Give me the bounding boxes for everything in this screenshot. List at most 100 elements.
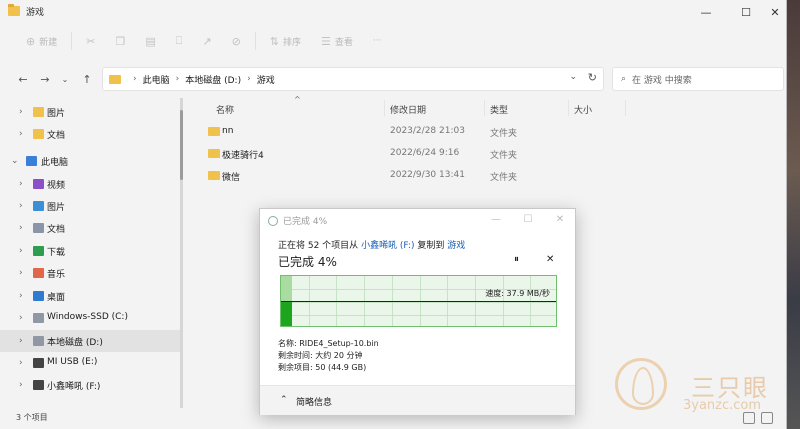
chevron-up-icon[interactable]: ⌃ [280, 395, 288, 405]
chevron-right-icon[interactable]: › [19, 336, 23, 346]
folder-icon [208, 127, 220, 136]
nav-item[interactable]: › 本地磁盘 (D:) [0, 330, 180, 352]
share-button[interactable]: ↗ [192, 29, 221, 53]
chevron-right-icon[interactable]: › [19, 179, 23, 189]
chevron-right-icon[interactable]: › [19, 246, 23, 256]
up-button[interactable]: ↑ [78, 70, 96, 88]
breadcrumb-drive-d[interactable]: 本地磁盘 (D:) [185, 73, 241, 86]
nav-item[interactable]: › 文档 [0, 123, 180, 145]
chevron-right-icon[interactable]: › [19, 268, 23, 278]
nav-item-label: MI USB (E:) [47, 357, 98, 367]
tiles-view-icon[interactable] [761, 412, 773, 424]
chevron-right-icon[interactable]: › [19, 201, 23, 211]
chevron-right-icon[interactable]: › [19, 107, 23, 117]
column-headers: ^ 名称 修改日期 类型 大小 [200, 95, 787, 118]
copy-prefix: 正在将 52 个项目从 [278, 241, 359, 251]
nav-item[interactable]: › 图片 [0, 195, 180, 217]
nav-item[interactable]: › 图片 [0, 101, 180, 123]
computer-icon [26, 156, 37, 166]
dialog-title: 已完成 4% [283, 217, 328, 227]
column-modified[interactable]: 修改日期 [390, 103, 426, 116]
chevron-right-icon[interactable]: › [19, 129, 23, 139]
nav-scrollbar-thumb[interactable] [180, 110, 183, 180]
nav-item[interactable]: › 视频 [0, 173, 180, 195]
source-link[interactable]: 小鑫唏吼 (F:) [361, 241, 414, 251]
sort-button[interactable]: ⇅ 排序 [260, 29, 311, 53]
nav-item[interactable]: › 下载 [0, 240, 180, 262]
refresh-icon[interactable]: ↻ [588, 71, 597, 84]
dialog-maximize-button[interactable]: ☐ [514, 211, 542, 227]
title-bar: 游戏 — ☐ ✕ [0, 0, 787, 24]
breadcrumb-this-pc[interactable]: 此电脑 [143, 73, 170, 86]
paste-icon: ▤ [145, 34, 156, 48]
address-bar[interactable]: › 此电脑 › 本地磁盘 (D:) › 游戏 ⌄ ↻ [102, 67, 604, 91]
dialog-close-button[interactable]: ✕ [546, 211, 574, 227]
dialog-minimize-button[interactable]: — [482, 211, 510, 227]
column-type[interactable]: 类型 [490, 103, 508, 116]
column-divider[interactable] [484, 100, 485, 116]
nav-item[interactable]: › 文档 [0, 217, 180, 239]
nav-item-label: 本地磁盘 (D:) [47, 338, 103, 348]
maximize-button[interactable]: ☐ [731, 0, 761, 24]
copy-progress-dialog: 已完成 4% — ☐ ✕ 正在将 52 个项目从 小鑫唏吼 (F:) 复制到 游… [259, 208, 576, 415]
minimize-button[interactable]: — [691, 0, 721, 24]
file-row[interactable]: nn 2023/2/28 21:03 文件夹 [200, 121, 620, 143]
pause-button[interactable]: ⏸ [514, 254, 519, 265]
chevron-right-icon[interactable]: › [19, 223, 23, 233]
chevron-right-icon[interactable]: › [19, 380, 23, 390]
chevron-down-icon[interactable]: ⌄ [569, 72, 577, 82]
view-button[interactable]: ☰ 查看 [311, 29, 363, 53]
nav-item[interactable]: › MI USB (E:) [0, 352, 180, 374]
copy-button[interactable]: ❐ [105, 29, 135, 53]
view-button-label: 查看 [334, 37, 353, 48]
nav-item[interactable]: › 桌面 [0, 285, 180, 307]
nav-item[interactable]: › Windows-SSD (C:) [0, 307, 180, 329]
sort-ascending-icon: ^ [294, 95, 301, 104]
speed-label: 速度: 37.9 MB/秒 [485, 289, 550, 298]
column-divider[interactable] [625, 100, 626, 116]
rename-icon: ⎕ [175, 34, 183, 47]
nav-item-label: 文档 [47, 131, 66, 141]
downloads-icon [33, 246, 44, 256]
destination-link[interactable]: 游戏 [447, 241, 465, 251]
close-button[interactable]: ✕ [760, 0, 790, 24]
paste-button[interactable]: ▤ [135, 29, 165, 53]
nav-item-label: 文档 [47, 225, 66, 235]
breadcrumb-games[interactable]: 游戏 [257, 73, 275, 86]
nav-item[interactable]: › 小鑫唏吼 (F:) [0, 374, 180, 396]
column-name[interactable]: 名称 [216, 103, 234, 116]
folder-icon [208, 171, 220, 180]
nav-item[interactable]: › 音乐 [0, 262, 180, 284]
chevron-right-icon[interactable]: › [19, 291, 23, 301]
chevron-down-icon[interactable]: ⌄ [11, 156, 19, 166]
nav-item[interactable]: ⌄ 此电脑 [0, 150, 180, 172]
file-row[interactable]: 微信 2022/9/30 13:41 文件夹 [200, 165, 620, 187]
drive-d-icon [33, 336, 44, 346]
search-input[interactable]: ⌕ 在 游戏 中搜索 [612, 67, 784, 91]
more-button[interactable]: ··· [363, 29, 392, 53]
rename-button[interactable]: ⎕ [166, 29, 193, 53]
forward-button[interactable]: → [36, 70, 54, 88]
usb-drive-icon [33, 358, 44, 368]
details-view-icon[interactable] [743, 412, 755, 424]
chevron-right-icon: › [247, 74, 251, 84]
drive-c-icon [33, 313, 44, 323]
chevron-right-icon[interactable]: › [19, 313, 23, 323]
recent-locations-button[interactable]: ⌄ [56, 70, 74, 88]
documents-folder-icon [33, 129, 44, 139]
sort-button-label: 排序 [283, 37, 302, 48]
cancel-button[interactable]: ✕ [546, 254, 554, 265]
chevron-right-icon[interactable]: › [19, 358, 23, 368]
desktop-background [786, 0, 800, 429]
column-divider[interactable] [568, 100, 569, 116]
delete-button[interactable]: ⊘ [222, 29, 251, 53]
fewer-details-button[interactable]: 简略信息 [296, 395, 332, 408]
new-button[interactable]: ⊕ 新建 [16, 29, 67, 53]
column-divider[interactable] [384, 100, 385, 116]
back-button[interactable]: ← [14, 70, 32, 88]
file-row[interactable]: 极速骑行4 2022/6/24 9:16 文件夹 [200, 143, 620, 165]
column-size[interactable]: 大小 [574, 103, 592, 116]
cut-button[interactable]: ✂ [76, 29, 105, 53]
item-count: 3 个项目 [16, 413, 48, 422]
transfer-speed-graph: 速度: 37.9 MB/秒 [280, 275, 557, 327]
